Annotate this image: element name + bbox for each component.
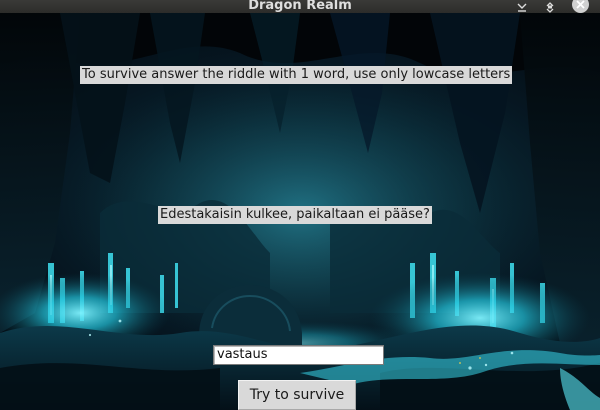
- instructions-label: To survive answer the riddle with 1 word…: [80, 66, 513, 84]
- game-window: Dragon Realm To survive answer the riddl…: [0, 0, 600, 410]
- close-button[interactable]: [570, 0, 590, 13]
- cave-background: To survive answer the riddle with 1 word…: [0, 13, 600, 410]
- title-bar[interactable]: Dragon Realm: [0, 0, 600, 13]
- try-to-survive-button[interactable]: Try to survive: [238, 380, 356, 410]
- answer-input[interactable]: [213, 345, 384, 365]
- riddle-label: Edestakaisin kulkee, paikaltaan ei pääse…: [158, 206, 432, 224]
- maximize-button[interactable]: [542, 0, 558, 13]
- maximize-icon: [546, 1, 554, 13]
- minimize-button[interactable]: [514, 0, 530, 13]
- window-title: Dragon Realm: [248, 0, 352, 13]
- minimize-icon: [517, 3, 527, 12]
- close-icon: [571, 0, 589, 13]
